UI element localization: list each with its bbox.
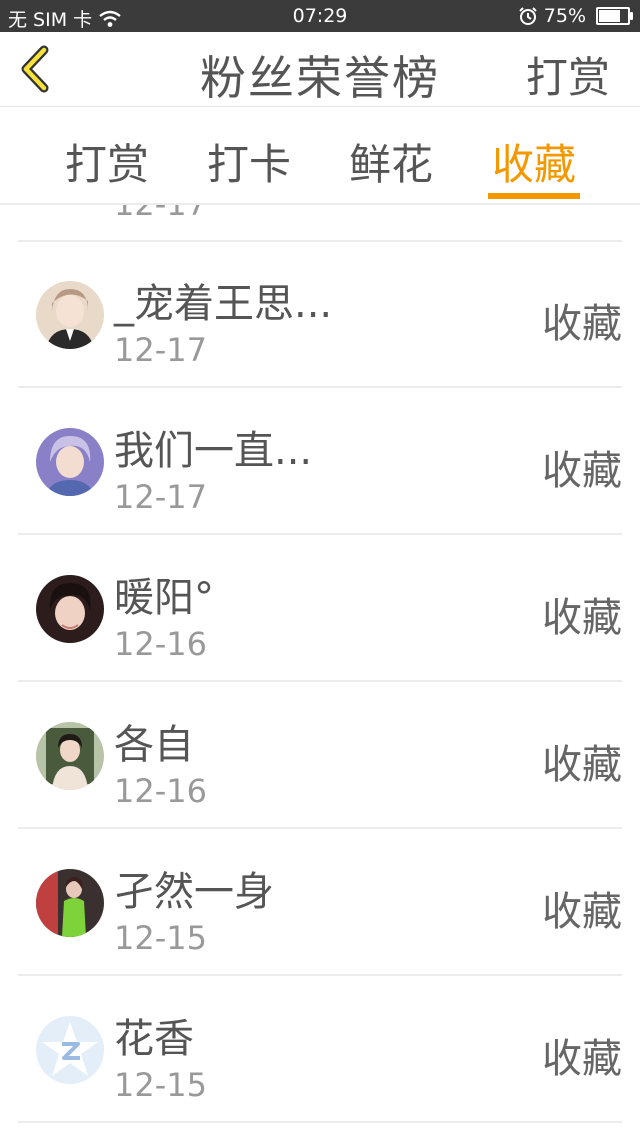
user-avatar-image	[36, 575, 104, 643]
list-item-date: 12-17	[114, 478, 207, 516]
tip-button[interactable]: 打赏	[526, 44, 610, 105]
tab-bar: 打赏 打卡 鲜花 收藏	[0, 107, 640, 205]
list-item-name: 我们一直...	[114, 428, 313, 474]
list-item-name: _宠着王思...	[114, 281, 333, 327]
status-bar: 无 SIM 卡 07:29 75%	[0, 0, 640, 32]
list-item[interactable]: _宠着王思... 12-17 收藏	[0, 241, 640, 388]
list-item-date: 12-16	[114, 772, 207, 810]
list-item[interactable]: 孑然一身 12-15 收藏	[0, 829, 640, 976]
user-avatar-image	[36, 722, 104, 790]
list-item-action: 收藏	[542, 1036, 622, 1082]
list-item-partial[interactable]: 12-17	[0, 205, 640, 242]
tab-flowers[interactable]: 鲜花	[341, 131, 441, 192]
title-bar: 粉丝荣誉榜 打赏	[0, 32, 640, 107]
qq-default-avatar-icon	[36, 1016, 104, 1084]
list-item-date: 12-17	[114, 331, 207, 369]
list-item-action: 收藏	[542, 742, 622, 788]
tab-favorites[interactable]: 收藏	[484, 131, 584, 192]
list-item-action: 收藏	[542, 889, 622, 935]
battery-icon	[596, 7, 633, 25]
list-item-name: 孑然一身	[114, 869, 274, 915]
user-avatar-image	[36, 869, 104, 937]
user-avatar-image	[36, 281, 104, 349]
avatar[interactable]	[36, 869, 104, 937]
avatar[interactable]	[36, 428, 104, 496]
avatar[interactable]	[36, 1016, 104, 1084]
list-item-action: 收藏	[542, 448, 622, 494]
battery-percent: 75%	[543, 5, 586, 27]
avatar[interactable]	[36, 281, 104, 349]
avatar[interactable]	[36, 722, 104, 790]
fan-list: 12-17 _宠着王思... 12-17 收藏	[0, 205, 640, 1138]
list-item[interactable]: 各自 12-16 收藏	[0, 682, 640, 829]
list-item-name: 花香	[114, 1016, 194, 1062]
list-item-date: 12-15	[114, 919, 207, 957]
list-item[interactable]: 我们一直... 12-17 收藏	[0, 388, 640, 535]
list-item-date: 12-17	[114, 205, 207, 223]
active-tab-indicator	[488, 193, 580, 199]
alarm-clock-icon	[519, 7, 537, 25]
user-avatar-image	[36, 428, 104, 496]
list-item-name: 暖阳°	[114, 575, 214, 621]
list-item-action: 收藏	[542, 301, 622, 347]
list-item-action: 收藏	[542, 595, 622, 641]
tab-checkin[interactable]: 打卡	[199, 131, 299, 192]
list-item-date: 12-16	[114, 625, 207, 663]
list-item-name: 各自	[114, 722, 194, 768]
list-item[interactable]: 暖阳° 12-16 收藏	[0, 535, 640, 682]
list-item-date: 12-15	[114, 1066, 207, 1104]
avatar[interactable]	[36, 575, 104, 643]
tab-tips[interactable]: 打赏	[57, 131, 157, 192]
battery-level	[599, 10, 620, 22]
status-right: 75%	[518, 5, 633, 27]
list-item[interactable]: 花香 12-15 收藏	[0, 976, 640, 1123]
